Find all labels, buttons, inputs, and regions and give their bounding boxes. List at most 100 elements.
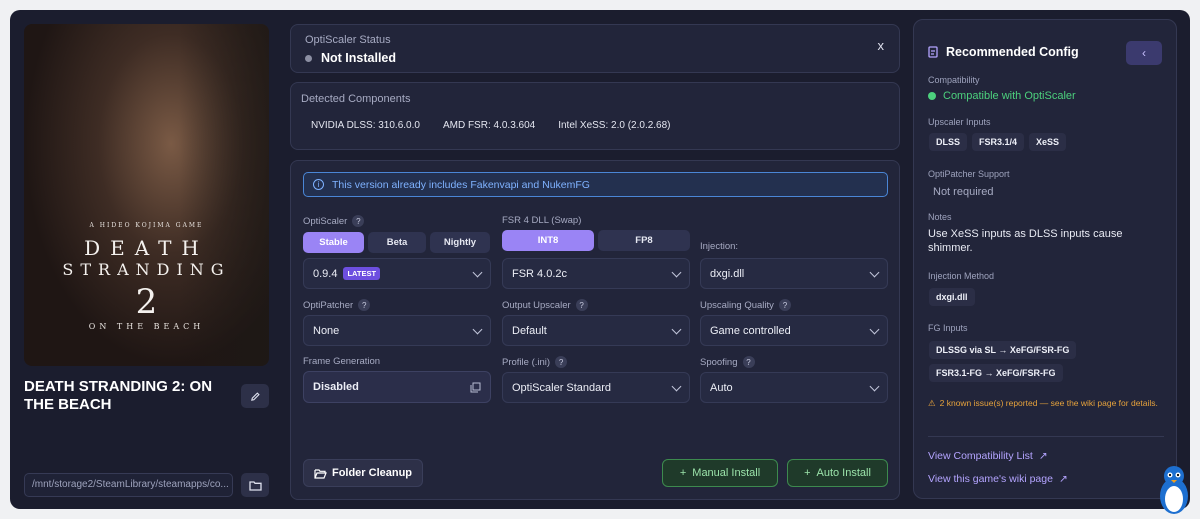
external-link-icon: ↗ bbox=[1058, 473, 1068, 485]
status-value: Not Installed bbox=[305, 51, 396, 65]
game-title: DEATH STRANDING 2: ON THE BEACH bbox=[24, 378, 213, 413]
frame-generation-label: Frame Generation bbox=[303, 356, 381, 367]
recommended-config-title: Recommended Config bbox=[928, 45, 1079, 59]
chip-injection: dxgi.dll bbox=[929, 288, 975, 306]
edit-button[interactable] bbox=[241, 384, 269, 408]
cover-subtitle: ON THE BEACH bbox=[88, 322, 205, 331]
plus-icon: + bbox=[679, 467, 687, 479]
manual-install-button[interactable]: + Manual Install bbox=[662, 459, 778, 487]
help-icon[interactable]: ? bbox=[742, 356, 755, 368]
channel-nightly[interactable]: Nightly bbox=[430, 232, 490, 253]
penguin-mascot-icon bbox=[1160, 466, 1188, 514]
compatibility-status: Compatible with OptiScaler bbox=[928, 90, 1076, 102]
chevron-down-icon bbox=[869, 324, 880, 335]
detected-components-panel: Detected Components NVIDIA DLSS: 310.6.0… bbox=[290, 82, 900, 150]
recommended-config-panel: Recommended Config ‹ Compatibility Compa… bbox=[913, 19, 1177, 499]
profile-select[interactable]: OptiScaler Standard bbox=[502, 372, 690, 403]
component-xess: Intel XeSS: 2.0 (2.0.2.68) bbox=[558, 120, 671, 131]
app-window: A HIDEO KOJIMA GAME DEATH STRANDING 2 ON… bbox=[10, 10, 1190, 509]
optiscaler-status-panel: OptiScaler Status Not Installed x bbox=[290, 24, 900, 73]
chip-dlss: DLSS bbox=[929, 133, 968, 151]
help-icon[interactable]: ? bbox=[358, 299, 371, 311]
spoofing-select[interactable]: Auto bbox=[700, 372, 888, 403]
notes-label: Notes bbox=[928, 212, 952, 222]
cover-tagline: A HIDEO KOJIMA GAME bbox=[89, 222, 204, 229]
plus-icon: + bbox=[804, 467, 811, 479]
info-banner: i This version already includes Fakenvapi… bbox=[303, 172, 888, 197]
upscaling-quality-label: Upscaling Quality? bbox=[700, 299, 791, 311]
chip-xess: XeSS bbox=[1029, 133, 1067, 151]
divider bbox=[928, 436, 1164, 437]
chevron-down-icon bbox=[869, 267, 880, 278]
optipatcher-select[interactable]: None bbox=[303, 315, 491, 346]
help-icon[interactable]: ? bbox=[555, 356, 568, 368]
channel-stable[interactable]: Stable bbox=[303, 232, 364, 253]
chevron-down-icon bbox=[671, 324, 682, 335]
latest-badge: LATEST bbox=[343, 267, 381, 280]
injection-select[interactable]: dxgi.dll bbox=[700, 258, 888, 289]
optipatcher-support-value: Not required bbox=[933, 186, 994, 198]
help-icon[interactable]: ? bbox=[778, 299, 791, 311]
pencil-icon bbox=[250, 391, 260, 401]
chip-fg-dlssg: DLSSG via SL → XeFG/FSR-FG bbox=[929, 341, 1077, 359]
spoofing-label: Spoofing? bbox=[700, 356, 755, 368]
cover-title-stranding: STRANDING bbox=[62, 260, 231, 279]
frame-generation-select[interactable]: Disabled bbox=[303, 371, 491, 403]
profile-label: Profile (.ini)? bbox=[502, 356, 568, 368]
notes-text: Use XeSS inputs as DLSS inputs cause shi… bbox=[928, 228, 1123, 254]
config-icon bbox=[928, 46, 938, 58]
browse-folder-button[interactable] bbox=[241, 473, 269, 497]
chevron-down-icon bbox=[671, 381, 682, 392]
known-issues-warning: ⚠ 2 known issue(s) reported — see the wik… bbox=[928, 398, 1158, 408]
component-fsr: AMD FSR: 4.0.3.604 bbox=[442, 120, 536, 131]
compatibility-label: Compatibility bbox=[928, 75, 980, 85]
auto-install-button[interactable]: + Auto Install bbox=[787, 459, 888, 487]
output-upscaler-select[interactable]: Default bbox=[502, 315, 690, 346]
status-dot-icon bbox=[928, 92, 936, 100]
collapse-panel-button[interactable]: ‹ bbox=[1126, 41, 1162, 65]
game-cover-art: A HIDEO KOJIMA GAME DEATH STRANDING 2 ON… bbox=[24, 24, 269, 366]
output-upscaler-label: Output Upscaler? bbox=[502, 299, 588, 311]
install-config-panel: i This version already includes Fakenvapi… bbox=[290, 160, 900, 500]
cover-title-death: DEATH bbox=[84, 236, 209, 260]
external-link-icon: ↗ bbox=[1038, 450, 1048, 462]
mode-int8[interactable]: INT8 bbox=[502, 230, 594, 251]
status-label: OptiScaler Status bbox=[305, 34, 391, 46]
chip-fg-fsr: FSR3.1-FG → XeFG/FSR-FG bbox=[929, 364, 1063, 382]
mode-fp8[interactable]: FP8 bbox=[598, 230, 690, 251]
help-icon[interactable]: ? bbox=[352, 215, 365, 227]
game-sidebar: A HIDEO KOJIMA GAME DEATH STRANDING 2 ON… bbox=[24, 24, 269, 499]
warning-icon: ⚠ bbox=[928, 398, 936, 408]
info-icon: i bbox=[313, 179, 324, 190]
folder-cleanup-button[interactable]: Folder Cleanup bbox=[303, 459, 423, 487]
version-select[interactable]: 0.9.4 LATEST bbox=[303, 258, 491, 289]
components-label: Detected Components bbox=[301, 93, 411, 105]
close-icon[interactable]: x bbox=[878, 38, 885, 53]
folder-open-icon bbox=[314, 468, 327, 479]
upscaler-inputs-chips: DLSS FSR3.1/4 XeSS bbox=[929, 132, 1071, 151]
optipatcher-support-label: OptiPatcher Support bbox=[928, 169, 1010, 179]
cover-title-number: 2 bbox=[135, 282, 158, 322]
upscaler-inputs-label: Upscaler Inputs bbox=[928, 117, 991, 127]
fsr-version-select[interactable]: FSR 4.0.2c bbox=[502, 258, 690, 289]
fsr-mode-selector: INT8 FP8 bbox=[502, 230, 690, 251]
chevron-down-icon bbox=[671, 267, 682, 278]
component-dlss: NVIDIA DLSS: 310.6.0.0 bbox=[311, 120, 420, 131]
upscaling-quality-select[interactable]: Game controlled bbox=[700, 315, 888, 346]
game-path-field[interactable]: /mnt/storage2/SteamLibrary/steamapps/co.… bbox=[24, 473, 233, 497]
fg-inputs-label: FG Inputs bbox=[928, 323, 968, 333]
view-compatibility-list-link[interactable]: View Compatibility List ↗ bbox=[928, 450, 1048, 462]
view-wiki-page-link[interactable]: View this game's wiki page ↗ bbox=[928, 473, 1068, 485]
injection-method-label: Injection Method bbox=[928, 271, 995, 281]
chevron-down-icon bbox=[472, 324, 483, 335]
chevron-down-icon bbox=[869, 381, 880, 392]
channel-selector: Stable Beta Nightly bbox=[303, 232, 490, 253]
injection-label: Injection: bbox=[700, 241, 739, 252]
chevron-down-icon bbox=[472, 267, 483, 278]
copy-icon bbox=[470, 382, 481, 393]
help-icon[interactable]: ? bbox=[575, 299, 588, 311]
chip-fsr: FSR3.1/4 bbox=[972, 133, 1025, 151]
channel-beta[interactable]: Beta bbox=[368, 232, 426, 253]
status-dot-icon bbox=[305, 54, 312, 62]
optiscaler-label: OptiScaler? bbox=[303, 215, 365, 227]
